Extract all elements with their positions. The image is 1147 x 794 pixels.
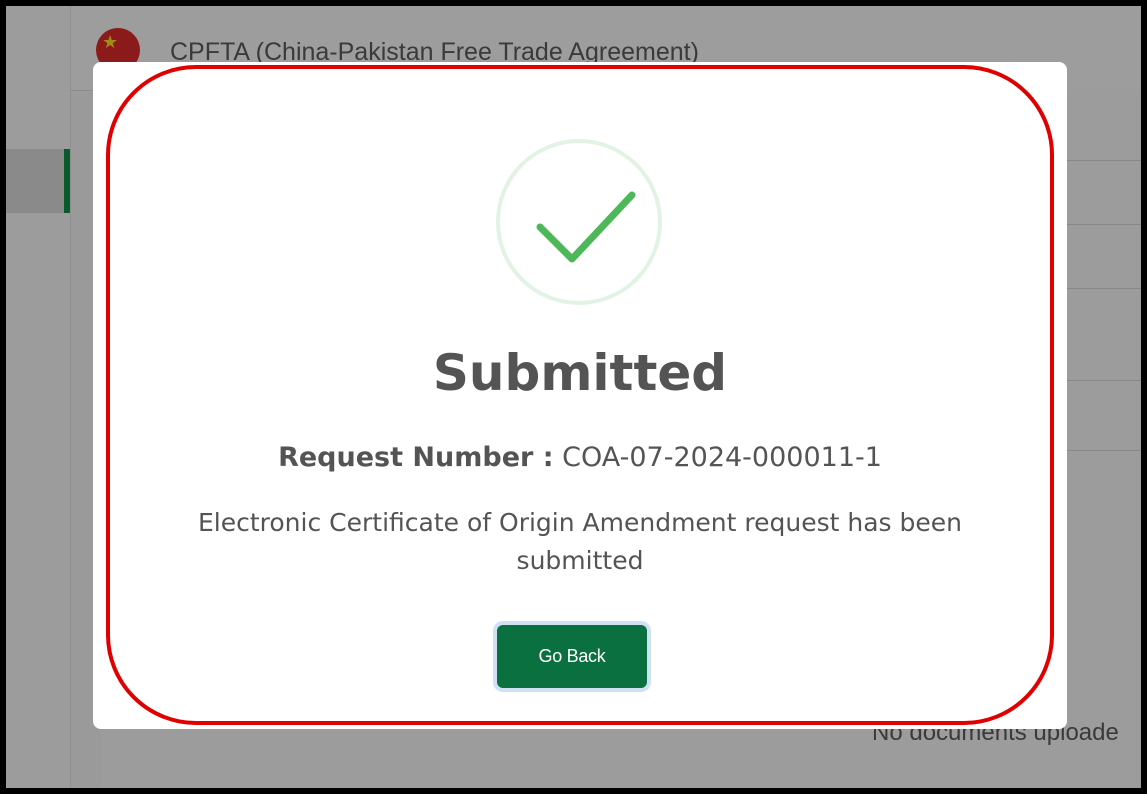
request-number-line: Request Number : COA-07-2024-000011-1	[93, 442, 1067, 473]
request-number-label: Request Number :	[278, 442, 554, 473]
sidebar-active-indicator	[64, 149, 70, 213]
dialog-message: Electronic Certificate of Origin Amendme…	[197, 508, 962, 575]
success-check-icon	[496, 139, 662, 305]
divider	[1061, 224, 1141, 225]
dialog-title: Submitted	[432, 344, 728, 402]
go-back-button[interactable]: Go Back	[497, 625, 647, 688]
sidebar	[6, 6, 71, 788]
divider	[1061, 288, 1141, 289]
sidebar-item-active[interactable]	[6, 149, 64, 213]
divider	[1061, 160, 1141, 161]
divider	[1061, 450, 1141, 451]
request-number-value: COA-07-2024-000011-1	[562, 442, 882, 473]
divider	[1061, 380, 1141, 381]
